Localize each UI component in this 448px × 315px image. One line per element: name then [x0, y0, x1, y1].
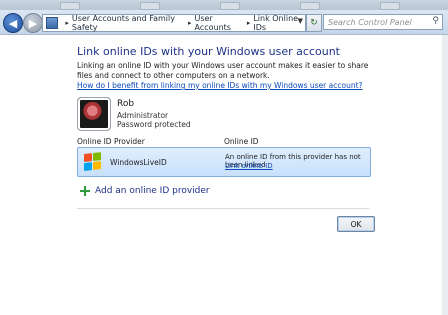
search-icon[interactable]: ⚲	[432, 16, 439, 26]
chevron-down-icon[interactable]: ▼	[298, 17, 303, 25]
column-header-online-id: Online ID	[224, 137, 259, 146]
user-role: Administrator	[117, 111, 169, 120]
navigation-bar: ◀ ▶ ▸ User Accounts and Family Safety ▸ …	[0, 10, 448, 35]
add-plus-icon	[80, 186, 90, 196]
breadcrumb-user-accounts[interactable]: User Accounts	[194, 14, 243, 32]
window-edge	[442, 35, 448, 315]
add-provider-label: Add an online ID provider	[95, 186, 210, 196]
user-password-status: Password protected	[117, 120, 191, 129]
back-button[interactable]: ◀	[3, 13, 23, 33]
help-link[interactable]: How do I benefit from linking my online …	[77, 81, 363, 90]
user-avatar-icon	[77, 97, 111, 131]
breadcrumb-user-accounts-family-safety[interactable]: User Accounts and Family Safety	[72, 14, 185, 32]
refresh-icon: ↻	[310, 18, 318, 28]
windows-logo-icon	[84, 152, 102, 172]
search-input[interactable]: Search Control Panel ⚲	[323, 14, 443, 30]
taskbar-button[interactable]	[60, 2, 80, 10]
page-title: Link online IDs with your Windows user a…	[77, 45, 340, 58]
taskbar-button[interactable]	[300, 2, 320, 10]
taskbar-button[interactable]	[380, 2, 400, 10]
main-content: Link online IDs with your Windows user a…	[0, 35, 448, 315]
link-online-id-link[interactable]: Link online ID	[225, 162, 273, 170]
divider	[77, 208, 369, 209]
taskbar-button[interactable]	[220, 2, 240, 10]
search-placeholder: Search Control Panel	[328, 17, 412, 27]
forward-button[interactable]: ▶	[23, 13, 43, 33]
breadcrumb-separator: ▸	[246, 19, 251, 27]
refresh-button[interactable]: ↻	[306, 14, 322, 32]
taskbar-button[interactable]	[140, 2, 160, 10]
forward-arrow-icon: ▶	[28, 16, 38, 30]
table-row[interactable]: WindowsLiveID An online ID from this pro…	[77, 147, 371, 177]
control-panel-icon	[46, 17, 59, 29]
address-bar[interactable]: ▸ User Accounts and Family Safety ▸ User…	[42, 14, 306, 32]
page-description: Linking an online ID with your Windows u…	[77, 61, 369, 80]
add-provider-link[interactable]: Add an online ID provider	[80, 186, 210, 196]
breadcrumb-separator: ▸	[65, 19, 69, 27]
taskbar-strip	[0, 0, 448, 10]
breadcrumb-separator: ▸	[187, 19, 192, 27]
back-arrow-icon: ◀	[8, 16, 18, 30]
provider-name: WindowsLiveID	[110, 158, 167, 167]
column-header-provider: Online ID Provider	[77, 137, 145, 146]
ok-button[interactable]: OK	[337, 216, 375, 232]
user-name: Rob	[117, 99, 135, 109]
